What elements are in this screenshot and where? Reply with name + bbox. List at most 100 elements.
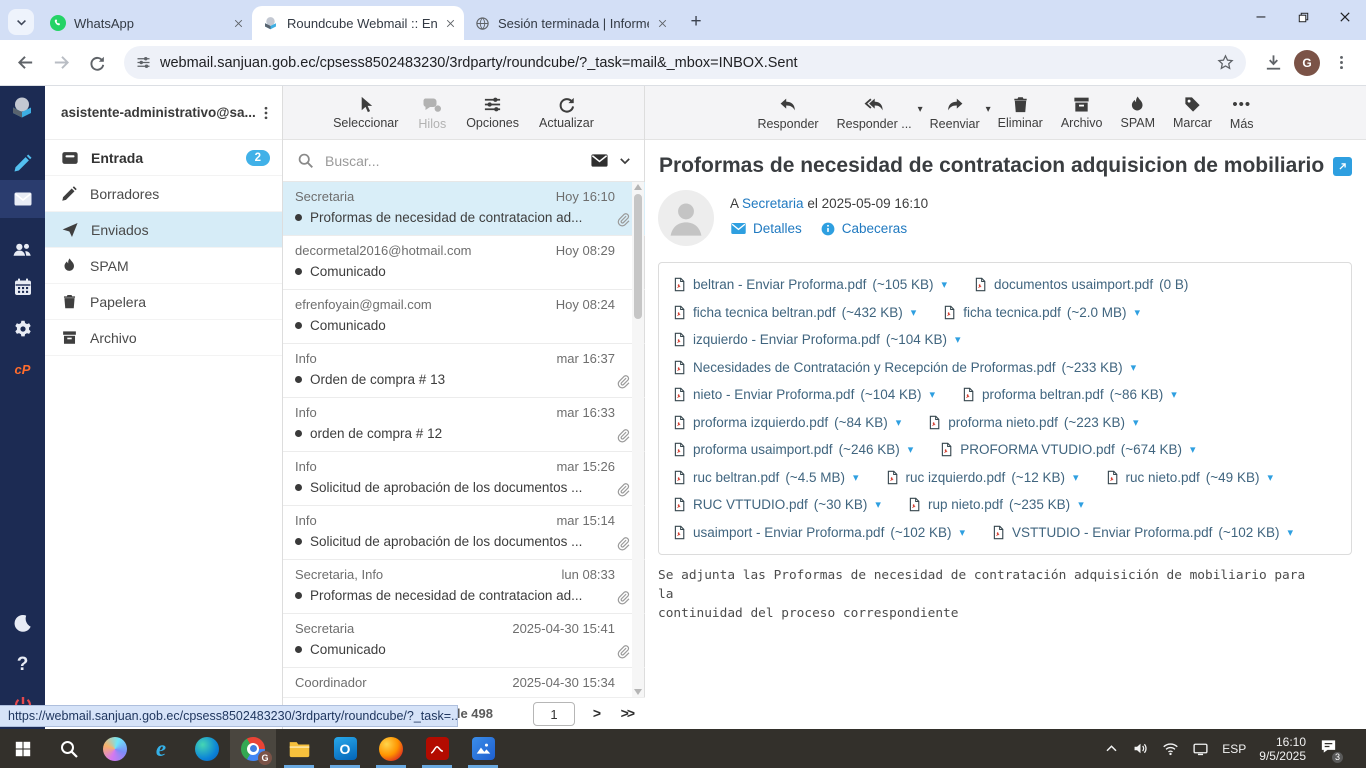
cpanel-button[interactable]: cP: [0, 350, 45, 388]
acrobat-button[interactable]: [414, 729, 460, 768]
message-row[interactable]: Infomar 16:37 Orden de compra # 13: [283, 344, 645, 398]
close-tab-icon[interactable]: [657, 18, 668, 29]
delete-button[interactable]: Eliminar: [998, 95, 1043, 130]
tab-search-button[interactable]: [8, 9, 34, 35]
forward-button[interactable]: Reenviar ▾: [930, 95, 980, 131]
select-button[interactable]: Seleccionar: [333, 95, 398, 130]
site-info-icon[interactable]: [136, 55, 151, 70]
last-page-button[interactable]: >>: [621, 705, 633, 721]
attachment[interactable]: nieto - Enviar Proforma.pdf(~104 KB)▾: [672, 386, 935, 403]
recipient-link[interactable]: Secretaria: [742, 196, 804, 211]
list-scrollbar[interactable]: [632, 182, 644, 697]
attachment-menu-caret[interactable]: ▾: [1267, 471, 1273, 484]
url-text[interactable]: webmail.sanjuan.gob.ec/cpsess8502483230/…: [160, 55, 1208, 71]
calendar-nav-button[interactable]: [0, 268, 45, 306]
search-options-chevron-icon[interactable]: [618, 154, 632, 168]
folder-borradores[interactable]: Borradores: [45, 176, 282, 212]
help-button[interactable]: ?: [0, 646, 45, 684]
taskbar-search-button[interactable]: [46, 729, 92, 768]
attachment-menu-caret[interactable]: ▾: [942, 278, 948, 291]
attachment[interactable]: proforma beltran.pdf(~86 KB)▾: [961, 386, 1177, 403]
scroll-up-arrow[interactable]: [634, 184, 642, 190]
attachment-menu-caret[interactable]: ▾: [960, 526, 966, 539]
forward-caret[interactable]: ▾: [986, 104, 991, 115]
copilot-button[interactable]: [92, 729, 138, 768]
options-button[interactable]: Opciones: [466, 95, 519, 130]
refresh-button[interactable]: Actualizar: [539, 95, 594, 130]
attachment[interactable]: PROFORMA VTUDIO.pdf(~674 KB)▾: [939, 441, 1195, 458]
attachment-menu-caret[interactable]: ▾: [1135, 306, 1141, 319]
dark-mode-button[interactable]: [0, 604, 45, 642]
new-tab-button[interactable]: +: [682, 8, 710, 36]
reply-all-button[interactable]: Responder ... ▾: [837, 95, 912, 131]
attachment-menu-caret[interactable]: ▾: [930, 388, 936, 401]
attachment[interactable]: proforma nieto.pdf(~223 KB)▾: [927, 414, 1138, 431]
attachment[interactable]: beltran - Enviar Proforma.pdf(~105 KB)▾: [672, 276, 947, 293]
attachment-menu-caret[interactable]: ▾: [1073, 471, 1079, 484]
headers-link[interactable]: Cabeceras: [820, 221, 907, 237]
taskbar-clock[interactable]: 16:109/5/2025: [1259, 735, 1306, 763]
attachment-menu-caret[interactable]: ▾: [955, 333, 961, 346]
message-row[interactable]: decormetal2016@hotmail.comHoy 08:29 Comu…: [283, 236, 645, 290]
compose-button[interactable]: [0, 144, 45, 182]
message-row[interactable]: SecretariaHoy 16:10 Proformas de necesid…: [283, 182, 645, 236]
attachment[interactable]: VSTTUDIO - Enviar Proforma.pdf(~102 KB)▾: [991, 524, 1293, 541]
restore-button[interactable]: [1282, 0, 1324, 34]
attachment[interactable]: ruc izquierdo.pdf(~12 KB)▾: [885, 469, 1079, 486]
folder-spam[interactable]: SPAM: [45, 248, 282, 284]
attachment-menu-caret[interactable]: ▾: [853, 471, 859, 484]
archive-button[interactable]: Archivo: [1061, 95, 1103, 130]
attachment-menu-caret[interactable]: ▾: [911, 306, 917, 319]
wifi-icon[interactable]: [1162, 740, 1179, 757]
tray-chevron-up-icon[interactable]: [1104, 741, 1119, 756]
next-page-button[interactable]: >: [593, 705, 601, 721]
downloads-button[interactable]: [1258, 48, 1288, 78]
message-row[interactable]: Infomar 16:33 orden de compra # 12: [283, 398, 645, 452]
folder-archivo[interactable]: Archivo: [45, 320, 282, 356]
attachment[interactable]: ruc beltran.pdf(~4.5 MB)▾: [672, 469, 859, 486]
attachment-menu-caret[interactable]: ▾: [1171, 388, 1177, 401]
details-link[interactable]: Detalles: [730, 220, 802, 237]
account-menu-icon[interactable]: [258, 105, 274, 121]
contacts-nav-button[interactable]: [0, 230, 45, 268]
attachment-menu-caret[interactable]: ▾: [1288, 526, 1294, 539]
close-window-button[interactable]: [1324, 0, 1366, 34]
tab-whatsapp[interactable]: WhatsApp: [40, 6, 252, 40]
attachment[interactable]: ficha tecnica.pdf(~2.0 MB)▾: [942, 304, 1140, 321]
message-row[interactable]: Secretaria2025-04-30 15:41 Comunicado: [283, 614, 645, 668]
threads-button[interactable]: Hilos: [418, 95, 446, 131]
reload-button[interactable]: [82, 48, 112, 78]
attachment[interactable]: ruc nieto.pdf(~49 KB)▾: [1105, 469, 1273, 486]
close-tab-icon[interactable]: [233, 18, 244, 29]
attachment-menu-caret[interactable]: ▾: [1078, 498, 1084, 511]
volume-icon[interactable]: [1132, 740, 1149, 757]
photos-button[interactable]: [460, 729, 506, 768]
open-in-new-window-button[interactable]: [1333, 157, 1352, 176]
internet-explorer-button[interactable]: e: [138, 729, 184, 768]
outlook-button[interactable]: O: [322, 729, 368, 768]
mark-button[interactable]: Marcar: [1173, 95, 1212, 130]
attachment[interactable]: usaimport - Enviar Proforma.pdf(~102 KB)…: [672, 524, 965, 541]
settings-nav-button[interactable]: [0, 310, 45, 348]
attachment[interactable]: proforma usaimport.pdf(~246 KB)▾: [672, 441, 913, 458]
attachment[interactable]: RUC VTTUDIO.pdf(~30 KB)▾: [672, 496, 881, 513]
keyboard-language[interactable]: ESP: [1222, 742, 1246, 756]
browser-menu-button[interactable]: [1326, 48, 1356, 78]
attachment[interactable]: ficha tecnica beltran.pdf(~432 KB)▾: [672, 304, 916, 321]
page-number-input[interactable]: [533, 702, 575, 726]
message-row[interactable]: Secretaria, Infolun 08:33 Proformas de n…: [283, 560, 645, 614]
back-button[interactable]: [10, 48, 40, 78]
more-button[interactable]: ••• Más: [1230, 95, 1254, 131]
message-row[interactable]: Infomar 15:26 Solicitud de aprobación de…: [283, 452, 645, 506]
tab-sesion-terminada[interactable]: Sesión terminada | Informes Me: [464, 6, 676, 40]
reply-button[interactable]: Responder: [757, 95, 818, 131]
address-bar[interactable]: webmail.sanjuan.gob.ec/cpsess8502483230/…: [124, 46, 1246, 79]
search-input[interactable]: [323, 152, 581, 170]
folder-papelera[interactable]: Papelera: [45, 284, 282, 320]
folder-enviados[interactable]: Enviados: [45, 212, 282, 248]
folder-entrada[interactable]: Entrada 2: [45, 140, 282, 176]
tab-roundcube[interactable]: Roundcube Webmail :: Enviados: [252, 6, 464, 40]
reply-all-caret[interactable]: ▾: [918, 104, 923, 115]
forward-button[interactable]: [46, 48, 76, 78]
scrollbar-thumb[interactable]: [634, 194, 642, 319]
